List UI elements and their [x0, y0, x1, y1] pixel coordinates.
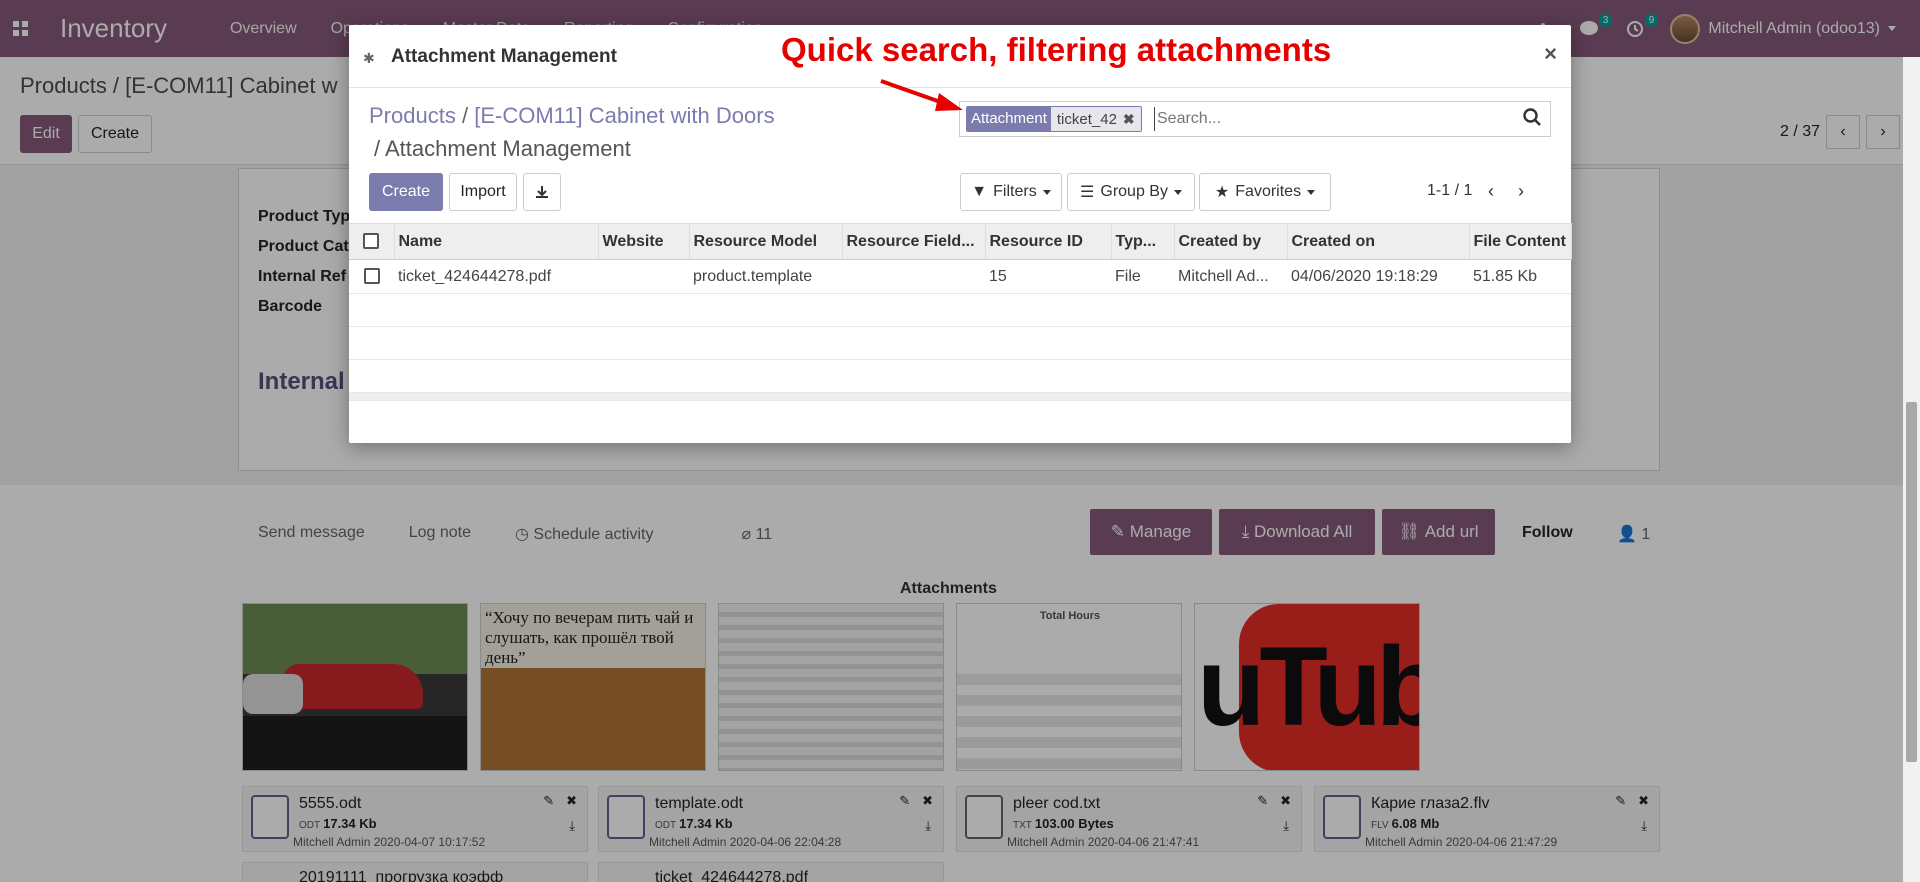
download-icon: [536, 186, 548, 198]
filters-label: Filters: [993, 183, 1037, 200]
scrollbar-thumb[interactable]: [1906, 402, 1917, 762]
column-header[interactable]: Created on: [1287, 223, 1470, 260]
search-input[interactable]: [1154, 107, 1504, 131]
cell-name: ticket_424644278.pdf: [394, 259, 598, 294]
group-by-dropdown[interactable]: ☰ Group By: [1067, 173, 1195, 211]
import-button[interactable]: Import: [449, 173, 517, 211]
search-bar[interactable]: Attachment ticket_42 ✖: [959, 101, 1551, 137]
star-icon: ★: [1214, 184, 1230, 201]
column-header[interactable]: Name: [394, 223, 599, 260]
cell-resource-field: [842, 259, 985, 294]
close-icon[interactable]: ×: [1544, 41, 1557, 67]
attachment-management-dialog: ✱ Attachment Management × Products / [E-…: [349, 25, 1572, 443]
chevron-down-icon: [1042, 189, 1051, 195]
column-header[interactable]: Resource Field...: [842, 223, 986, 260]
cell-resource-model: product.template: [689, 259, 842, 294]
cell-created-on: 04/06/2020 19:18:29: [1287, 259, 1469, 294]
select-all-checkbox[interactable]: [349, 223, 395, 260]
page-scrollbar[interactable]: [1903, 57, 1920, 882]
annotation-arrow-icon: [880, 79, 963, 111]
table-row[interactable]: ticket_424644278.pdf product.template 15…: [349, 259, 1571, 294]
favorites-label: Favorites: [1235, 183, 1302, 200]
group-by-label: Group By: [1100, 183, 1168, 200]
table-header-row: Name Website Resource Model Resource Fie…: [349, 223, 1572, 260]
facet-value: ticket_42: [1056, 110, 1117, 128]
column-header[interactable]: File Content: [1469, 223, 1572, 260]
filter-icon: ▼: [971, 183, 988, 200]
empty-row: [349, 359, 1571, 393]
cell-website: [598, 259, 689, 294]
search-icon[interactable]: [1522, 107, 1542, 132]
breadcrumb: Products / [E-COM11] Cabinet with Doors: [369, 103, 775, 129]
annotation-callout: Quick search, filtering attachments: [781, 31, 1332, 68]
breadcrumb-record[interactable]: [E-COM11] Cabinet with Doors: [474, 103, 774, 128]
cell-file-content: 51.85 Kb: [1469, 259, 1571, 294]
table-footer: [349, 392, 1571, 401]
empty-row: [349, 326, 1571, 360]
chevron-down-icon: [1307, 189, 1316, 195]
filters-dropdown[interactable]: ▼ Filters: [960, 173, 1062, 211]
facet-key: Attachment: [967, 107, 1051, 131]
pager-next-icon[interactable]: ›: [1518, 181, 1524, 202]
cell-resource-id: 15: [985, 259, 1111, 294]
dialog-title: Attachment Management: [391, 46, 617, 67]
column-header[interactable]: Resource Model: [689, 223, 843, 260]
column-header[interactable]: Created by: [1174, 223, 1288, 260]
list-icon: ☰: [1080, 184, 1095, 201]
column-header[interactable]: Typ...: [1111, 223, 1175, 260]
column-header[interactable]: Resource ID: [985, 223, 1112, 260]
create-button[interactable]: Create: [369, 173, 443, 211]
export-download-button[interactable]: [523, 173, 561, 211]
favorites-dropdown[interactable]: ★ Favorites: [1199, 173, 1331, 211]
breadcrumb-current: / Attachment Management: [374, 136, 631, 161]
chevron-down-icon: [1173, 189, 1182, 195]
column-header[interactable]: Website: [598, 223, 690, 260]
empty-row: [349, 293, 1571, 327]
cell-type: File: [1111, 259, 1174, 294]
pager-prev-icon[interactable]: ‹: [1488, 181, 1494, 202]
breadcrumb-separator: /: [461, 103, 469, 128]
facet-value-wrap: ticket_42 ✖: [1050, 107, 1141, 131]
pager-value[interactable]: 1-1 / 1: [1427, 182, 1472, 200]
cell-created-by: Mitchell Ad...: [1174, 259, 1287, 294]
search-facet: Attachment ticket_42 ✖: [966, 106, 1142, 132]
breadcrumb-products[interactable]: Products: [369, 103, 456, 128]
debug-bug-icon[interactable]: ✱: [363, 50, 375, 67]
row-checkbox[interactable]: [349, 259, 394, 294]
facet-remove-icon[interactable]: ✖: [1123, 111, 1135, 128]
attachments-table: Name Website Resource Model Resource Fie…: [349, 223, 1572, 401]
